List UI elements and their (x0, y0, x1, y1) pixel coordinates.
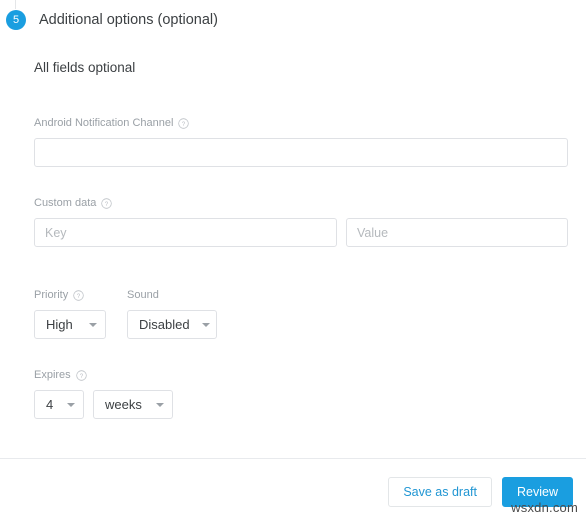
step-number-badge: 5 (6, 10, 26, 30)
chevron-down-icon (201, 322, 210, 327)
priority-select[interactable]: High (34, 310, 106, 339)
field-priority: Priority ? High (34, 289, 106, 339)
android-channel-label: Android Notification Channel ? (34, 117, 568, 129)
field-custom-data: Custom data ? (34, 197, 568, 247)
expires-label: Expires ? (34, 369, 173, 381)
svg-text:?: ? (105, 200, 109, 207)
expires-unit-value: weeks (105, 397, 142, 412)
chevron-down-icon (67, 402, 75, 407)
page-title: Additional options (optional) (39, 12, 218, 28)
expires-selects: 4 weeks (34, 390, 173, 419)
save-as-draft-button[interactable]: Save as draft (388, 477, 492, 507)
field-expires: Expires ? 4 weeks (34, 369, 173, 419)
custom-data-row (34, 218, 568, 247)
priority-sound-row: Priority ? High Sound Disabled (34, 289, 217, 339)
svg-text:?: ? (77, 292, 81, 299)
help-circle-icon[interactable]: ? (73, 289, 84, 301)
help-circle-icon[interactable]: ? (101, 197, 113, 209)
field-android-notification-channel: Android Notification Channel ? (34, 117, 568, 167)
help-circle-icon[interactable]: ? (75, 369, 87, 381)
sound-label: Sound (127, 289, 217, 301)
watermark: wsxdn.com (511, 500, 578, 515)
additional-options-card: All fields optional Android Notification… (10, 34, 586, 458)
priority-label-text: Priority (34, 289, 69, 301)
step-header: 5 Additional options (optional) (0, 0, 218, 31)
custom-data-key-input[interactable] (34, 218, 337, 247)
sound-label-text: Sound (127, 289, 159, 301)
custom-data-label: Custom data ? (34, 197, 568, 209)
sound-select[interactable]: Disabled (127, 310, 217, 339)
help-circle-icon[interactable]: ? (178, 117, 190, 129)
section-title: All fields optional (34, 60, 136, 75)
sound-selected-value: Disabled (139, 317, 190, 332)
expires-amount-value: 4 (46, 397, 54, 412)
expires-amount-select[interactable]: 4 (34, 390, 84, 419)
expires-label-text: Expires (34, 369, 71, 381)
android-channel-label-text: Android Notification Channel (34, 117, 174, 129)
field-sound: Sound Disabled (127, 289, 217, 339)
custom-data-label-text: Custom data (34, 197, 97, 209)
svg-text:?: ? (182, 120, 186, 127)
svg-text:?: ? (79, 372, 83, 379)
priority-label: Priority ? (34, 289, 106, 301)
expires-unit-select[interactable]: weeks (93, 390, 173, 419)
android-channel-input[interactable] (34, 138, 568, 167)
priority-selected-value: High (46, 317, 73, 332)
chevron-down-icon (156, 402, 164, 407)
chevron-down-icon (89, 322, 97, 327)
custom-data-value-input[interactable] (346, 218, 568, 247)
step-connector-line (15, 0, 16, 9)
footer-divider (0, 458, 586, 459)
